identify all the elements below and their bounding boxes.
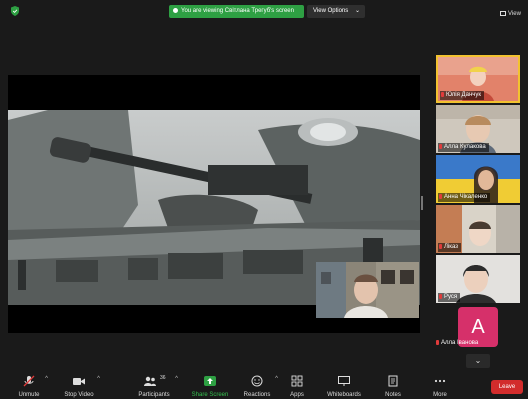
muted-mic-icon bbox=[436, 340, 439, 345]
unmute-button[interactable]: ^ Unmute bbox=[10, 371, 48, 399]
notes-button[interactable]: Notes bbox=[380, 371, 406, 399]
muted-mic-icon bbox=[439, 143, 442, 149]
unmute-label: Unmute bbox=[18, 392, 40, 398]
share-screen-icon bbox=[204, 376, 216, 386]
muted-microphone-icon bbox=[23, 375, 35, 387]
stop-video-label: Stop Video bbox=[64, 392, 94, 398]
apps-button[interactable]: Apps bbox=[284, 371, 310, 399]
whiteboards-button[interactable]: Whiteboards bbox=[322, 371, 366, 399]
apps-icon bbox=[291, 375, 303, 387]
shared-screen bbox=[8, 75, 420, 333]
banner-text: You are viewing Світлана Трегуб's screen bbox=[181, 8, 294, 14]
participants-label: Participants bbox=[138, 392, 170, 398]
share-screen-button[interactable]: Share Screen bbox=[190, 371, 230, 399]
participant-tile[interactable]: Алла Кулакова bbox=[436, 105, 520, 153]
view-button[interactable]: View bbox=[500, 11, 521, 17]
chevron-down-icon: ⌄ bbox=[354, 8, 360, 14]
screen-share-icon bbox=[173, 7, 178, 13]
apps-label: Apps bbox=[290, 392, 304, 398]
notes-label: Notes bbox=[385, 392, 401, 398]
screen-share-banner: You are viewing Світлана Трегуб's screen bbox=[169, 5, 304, 18]
reactions-options-caret[interactable]: ^ bbox=[275, 376, 278, 382]
view-options-label: View Options bbox=[313, 8, 349, 14]
participant-tile[interactable]: Руся bbox=[436, 255, 520, 303]
muted-mic-icon bbox=[439, 193, 442, 199]
sharer-video-thumbnail bbox=[316, 262, 419, 318]
participant-tile[interactable]: Анна Чікаленко bbox=[436, 155, 520, 203]
meeting-toolbar: ^ Unmute ^ Stop Video 36 ^ Participants … bbox=[0, 371, 528, 399]
reactions-label: Reactions bbox=[243, 392, 271, 398]
shield-icon[interactable] bbox=[11, 6, 19, 16]
participant-name: Алла Кулакова bbox=[438, 143, 489, 152]
muted-mic-icon bbox=[439, 243, 442, 249]
participant-name: Руся bbox=[438, 293, 461, 302]
whiteboard-icon bbox=[338, 376, 350, 386]
participants-icon bbox=[144, 376, 156, 386]
child-photo bbox=[316, 262, 419, 318]
participants-count: 36 bbox=[160, 375, 166, 381]
participant-name: Юлія Данчук bbox=[440, 91, 485, 100]
leave-button[interactable]: Leave bbox=[491, 380, 523, 394]
more-icon bbox=[434, 379, 446, 383]
participant-tile[interactable]: Ліказ bbox=[436, 205, 520, 253]
view-options-button[interactable]: View Options ⌄ bbox=[307, 5, 365, 18]
reactions-button[interactable]: ^ Reactions bbox=[238, 371, 278, 399]
more-button[interactable]: More bbox=[427, 371, 453, 399]
participant-name: Анна Чікаленко bbox=[438, 193, 491, 202]
share-screen-label: Share Screen bbox=[191, 392, 229, 398]
participant-name: Алла Іванова bbox=[436, 340, 478, 346]
top-bar: You are viewing Світлана Трегуб's screen… bbox=[0, 0, 528, 20]
participants-options-caret[interactable]: ^ bbox=[175, 376, 178, 382]
panel-resize-handle[interactable] bbox=[421, 196, 423, 210]
participant-tile[interactable]: Юлія Данчук bbox=[436, 55, 520, 103]
grid-view-icon bbox=[500, 11, 506, 16]
participants-button[interactable]: 36 ^ Participants bbox=[132, 371, 178, 399]
chevron-down-icon: ⌄ bbox=[474, 356, 482, 365]
muted-mic-icon bbox=[439, 293, 442, 299]
video-camera-icon bbox=[73, 378, 85, 385]
more-label: More bbox=[433, 392, 447, 398]
muted-mic-icon bbox=[441, 91, 444, 97]
participant-name: Ліказ bbox=[438, 243, 462, 252]
unmute-options-caret[interactable]: ^ bbox=[45, 376, 48, 382]
video-options-caret[interactable]: ^ bbox=[97, 376, 100, 382]
view-label: View bbox=[508, 11, 521, 18]
reactions-icon bbox=[251, 375, 263, 387]
whiteboards-label: Whiteboards bbox=[327, 392, 361, 398]
more-participants-button[interactable]: ⌄ bbox=[466, 354, 490, 368]
stop-video-button[interactable]: ^ Stop Video bbox=[58, 371, 100, 399]
notes-icon bbox=[388, 375, 398, 387]
